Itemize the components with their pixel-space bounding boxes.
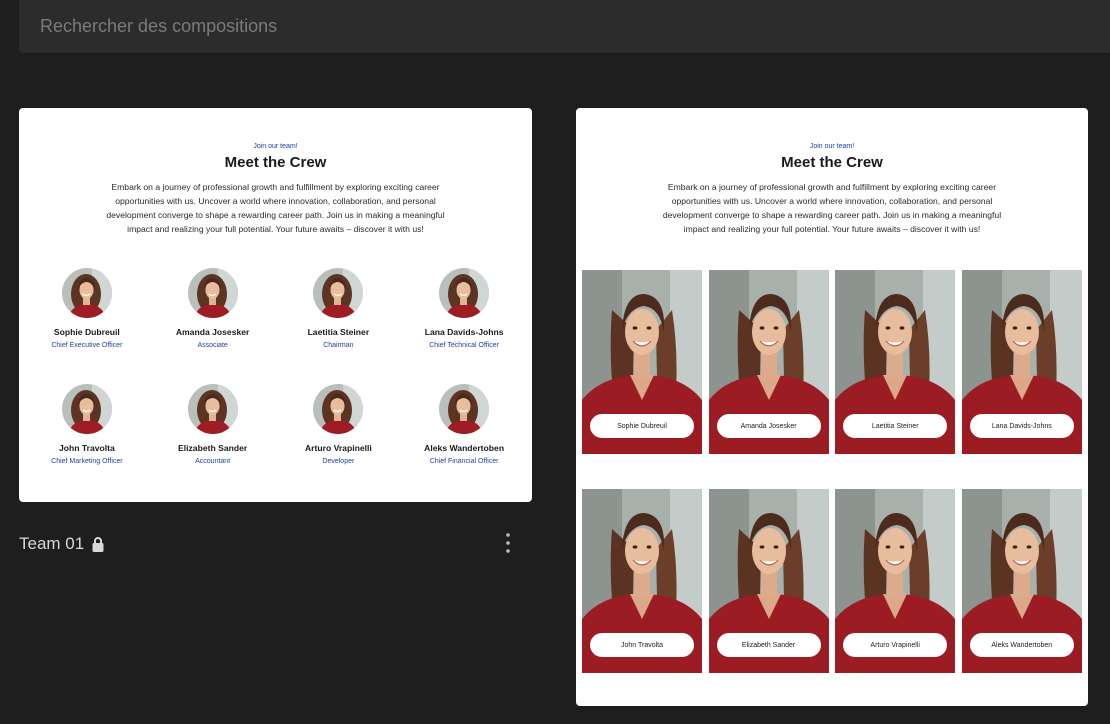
team-member-photo: Laetitia Steiner <box>835 270 955 454</box>
member-role: Accountant <box>195 458 231 465</box>
team-member: Sophie Dubreuil Chief Executive Officer <box>24 268 150 372</box>
member-name-pill: John Travolta <box>590 633 694 657</box>
member-role: Chief Executive Officer <box>51 342 123 349</box>
avatar <box>188 268 238 318</box>
team-member-photo: Aleks Wandertoben <box>962 489 1082 673</box>
team-member-photo: Elizabeth Sander <box>709 489 829 673</box>
member-name: Arturo Vrapinelli <box>304 443 372 453</box>
tagline: Join our team! <box>253 143 298 150</box>
team-member-photo: Lana Davids-Johns <box>962 270 1082 454</box>
search-bar[interactable] <box>19 0 1110 53</box>
team-member: John Travolta Chief Marketing Officer <box>24 384 150 488</box>
team-photo-grid: Sophie Dubreuil Amanda Josesker Laetitia… <box>582 270 1082 673</box>
member-role: Chief Technical Officer <box>429 342 500 349</box>
member-name-pill: Elizabeth Sander <box>716 633 821 657</box>
headline: Meet the Crew <box>224 154 327 171</box>
member-name: John Travolta <box>58 443 115 453</box>
card-footer: Team 01 <box>19 530 519 558</box>
member-name-pill: Lana Davids-Johns <box>969 414 1074 438</box>
composition-title[interactable]: Team 01 <box>19 534 84 554</box>
member-name-pill: Aleks Wandertoben <box>969 633 1074 657</box>
lock-icon <box>92 536 104 552</box>
avatar <box>188 384 238 434</box>
team-member: Arturo Vrapinelli Developer <box>276 384 402 488</box>
member-name-pill: Arturo Vrapinelli <box>843 633 948 657</box>
member-role: Associate <box>197 342 228 349</box>
team-member: Laetitia Steiner Chairman <box>276 268 402 372</box>
avatar <box>439 268 489 318</box>
member-name: Aleks Wandertoben <box>424 443 505 453</box>
member-name: Lana Davids-Johns <box>424 327 504 337</box>
more-vertical-icon[interactable] <box>505 532 511 554</box>
member-name: Amanda Josesker <box>175 327 250 337</box>
team-member-photo: Arturo Vrapinelli <box>835 489 955 673</box>
member-name: Elizabeth Sander <box>178 443 248 453</box>
member-role: Developer <box>322 458 355 465</box>
team-member: Elizabeth Sander Accountant <box>150 384 276 488</box>
member-name: Sophie Dubreuil <box>53 327 120 337</box>
member-name-pill: Amanda Josesker <box>716 414 821 438</box>
composition-card-team-01[interactable]: Join our team! Meet the Crew Embark on a… <box>19 108 532 502</box>
avatar <box>62 268 112 318</box>
intro-text: Embark on a journey of professional grow… <box>662 182 1002 234</box>
member-name-pill: Laetitia Steiner <box>843 414 948 438</box>
avatar <box>62 384 112 434</box>
member-role: Chief Marketing Officer <box>51 458 123 465</box>
headline: Meet the Crew <box>781 154 883 171</box>
team-member-photo: John Travolta <box>582 489 702 673</box>
avatar <box>313 384 363 434</box>
tagline: Join our team! <box>809 143 855 150</box>
avatar <box>439 384 489 434</box>
team-member: Amanda Josesker Associate <box>150 268 276 372</box>
composition-card-team-02[interactable]: Join our team! Meet the Crew Embark on a… <box>576 108 1088 706</box>
search-input[interactable] <box>40 16 1110 37</box>
team-member-photo: Amanda Josesker <box>709 270 829 454</box>
team-member: Lana Davids-Johns Chief Technical Office… <box>401 268 527 372</box>
intro-text: Embark on a journey of professional grow… <box>106 182 445 234</box>
avatar <box>313 268 363 318</box>
member-name: Laetitia Steiner <box>307 327 370 337</box>
member-role: Chairman <box>323 342 354 349</box>
team-member: Aleks Wandertoben Chief Financial Office… <box>401 384 527 488</box>
member-role: Chief Financial Officer <box>429 458 499 465</box>
team-grid: Sophie Dubreuil Chief Executive Officer … <box>24 268 527 488</box>
member-name-pill: Sophie Dubreuil <box>590 414 694 438</box>
team-member-photo: Sophie Dubreuil <box>582 270 702 454</box>
